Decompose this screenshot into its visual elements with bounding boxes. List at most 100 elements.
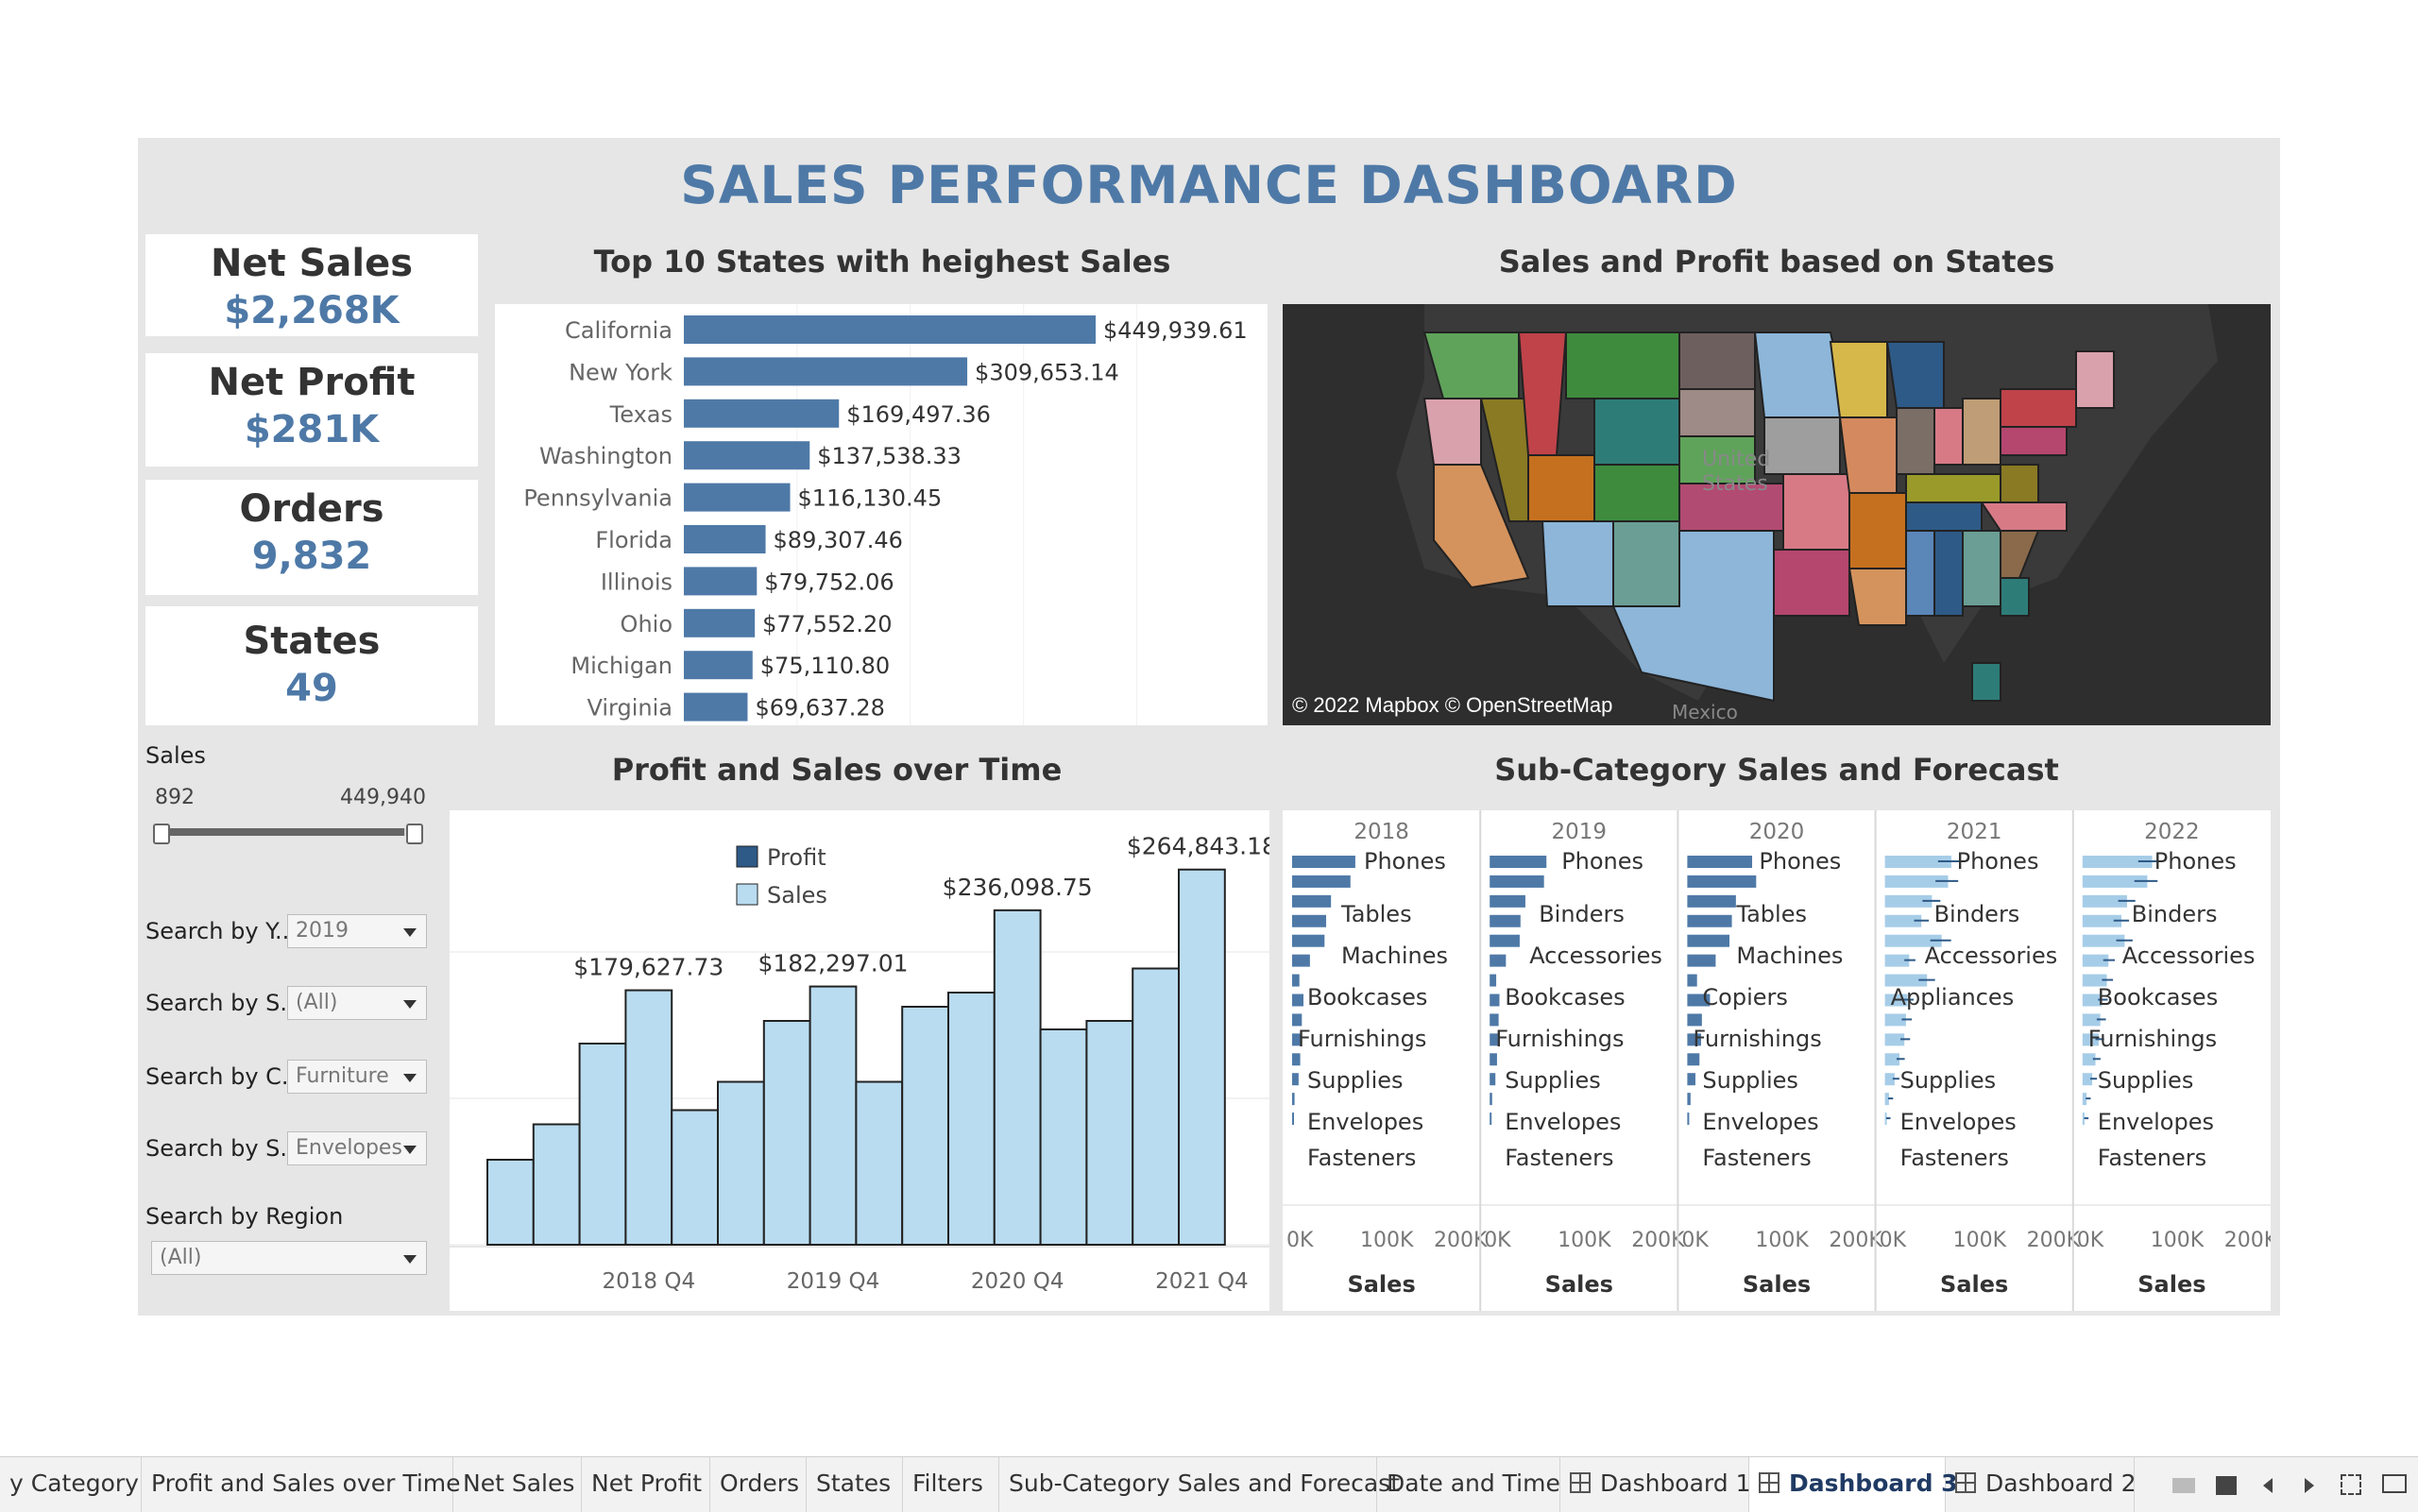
sales-range-min-handle[interactable] — [153, 824, 170, 844]
kpi-net-sales[interactable]: Net Sales $2,268K — [145, 234, 478, 336]
sales-bar[interactable] — [1490, 1073, 1496, 1086]
state-bar[interactable] — [684, 525, 766, 553]
sales-bar[interactable] — [1292, 1093, 1295, 1106]
sales-bar[interactable] — [624, 989, 673, 1246]
sales-bar[interactable] — [1292, 1053, 1301, 1066]
sales-bar[interactable] — [1490, 894, 1525, 908]
tab-by-category[interactable]: y Category — [0, 1457, 142, 1512]
sales-bar[interactable] — [1292, 914, 1327, 927]
subcategory-filter-dropdown[interactable]: Envelopes — [287, 1131, 427, 1165]
sales-bar[interactable] — [1490, 856, 1547, 868]
sales-bar[interactable] — [1490, 974, 1497, 987]
next-sheet-icon[interactable] — [2305, 1478, 2314, 1493]
kpi-states[interactable]: States 49 — [145, 606, 478, 725]
state-bar[interactable] — [684, 651, 753, 680]
sales-bar[interactable] — [809, 985, 858, 1247]
kpi-orders[interactable]: Orders 9,832 — [145, 480, 478, 595]
tab-subcategory-forecast[interactable]: Sub-Category Sales and Forecast — [999, 1457, 1400, 1512]
sales-bar[interactable] — [762, 1020, 811, 1246]
presentation-mode-icon[interactable] — [2382, 1474, 2407, 1493]
subcategory-chart[interactable]: 2018 Phones Tables Machines Bookcases Furnish… — [1283, 810, 2271, 1311]
tab-date-time[interactable]: Date and Time — [1377, 1457, 1560, 1512]
states-map[interactable]: United States Mexico © 2022 Mapbox © Ope… — [1283, 304, 2271, 725]
tab-dashboard-1[interactable]: Dashboard 1 — [1560, 1457, 1751, 1512]
sales-bar[interactable] — [1292, 875, 1351, 888]
category-filter-dropdown[interactable]: Furniture — [287, 1060, 427, 1094]
state-bar[interactable] — [684, 357, 968, 386]
sales-bar[interactable] — [1490, 1113, 1492, 1126]
tab-label: Filters — [912, 1470, 983, 1497]
sales-bar[interactable] — [1292, 856, 1355, 868]
sales-bar[interactable] — [717, 1080, 765, 1246]
sales-bar[interactable] — [1687, 914, 1732, 927]
sales-bar[interactable] — [1687, 974, 1697, 987]
sales-bar[interactable] — [1687, 954, 1716, 967]
state-bar[interactable] — [684, 399, 840, 428]
state-bar[interactable] — [684, 483, 791, 512]
sales-bar[interactable] — [1687, 1113, 1690, 1126]
tab-net-sales[interactable]: Net Sales — [453, 1457, 582, 1512]
sales-bar[interactable] — [947, 992, 996, 1246]
tab-filters[interactable]: Filters — [903, 1457, 999, 1512]
profit-sales-chart[interactable]: $179,627.73 $182,297.01 $236,098.75 $264,84… — [450, 810, 1269, 1311]
previous-sheet-icon[interactable] — [2263, 1478, 2273, 1493]
tab-view-icon[interactable] — [2216, 1476, 2237, 1495]
tab-profit-sales-time[interactable]: Profit and Sales over Time — [142, 1457, 461, 1512]
sales-bar[interactable] — [1490, 875, 1544, 888]
sales-bar[interactable] — [578, 1043, 627, 1246]
sales-bar[interactable] — [1687, 1093, 1691, 1106]
sales-bar[interactable] — [1687, 934, 1730, 947]
sales-range-max-handle[interactable] — [406, 824, 423, 844]
sales-bar[interactable] — [1292, 994, 1304, 1007]
sales-bar[interactable] — [1490, 914, 1521, 927]
sales-bar[interactable] — [1292, 974, 1300, 987]
tab-net-profit[interactable]: Net Profit — [582, 1457, 710, 1512]
sales-bar[interactable] — [486, 1159, 535, 1246]
sales-bar[interactable] — [1687, 1053, 1700, 1066]
sales-bar[interactable] — [1687, 856, 1753, 868]
filmstrip-view-icon[interactable] — [2172, 1478, 2195, 1493]
sales-bar[interactable] — [1292, 894, 1332, 908]
sales-bar[interactable] — [1292, 1113, 1294, 1126]
sales-bar[interactable] — [1039, 1028, 1088, 1246]
tab-dashboard-3[interactable]: Dashboard 3 — [1749, 1457, 1958, 1512]
state-bar[interactable] — [684, 608, 756, 637]
sales-bar[interactable] — [1132, 967, 1181, 1246]
sales-bar[interactable] — [1490, 954, 1507, 967]
sales-bar[interactable] — [1292, 1013, 1303, 1027]
kpi-net-profit[interactable]: Net Profit $281K — [145, 353, 478, 467]
state-bar[interactable] — [684, 315, 1096, 344]
sales-bar[interactable] — [1687, 875, 1757, 888]
region-filter-dropdown[interactable]: (All) — [151, 1241, 427, 1275]
state-filter-dropdown[interactable]: (All) — [287, 986, 427, 1020]
sales-bar[interactable] — [1687, 1073, 1695, 1086]
state-bar[interactable] — [684, 692, 748, 722]
sales-bar[interactable] — [1490, 1013, 1499, 1027]
sales-bar[interactable] — [1292, 934, 1325, 947]
sales-bar[interactable] — [1085, 1020, 1134, 1246]
sales-bar[interactable] — [532, 1123, 581, 1246]
sales-bar[interactable] — [855, 1080, 904, 1246]
sales-bar[interactable] — [1490, 934, 1520, 947]
state-bar[interactable] — [684, 567, 758, 596]
fit-screen-icon[interactable] — [2341, 1474, 2361, 1495]
state-bar[interactable] — [684, 441, 810, 470]
sales-bar[interactable] — [993, 909, 1042, 1247]
sales-bar[interactable] — [1178, 868, 1226, 1246]
sales-bar[interactable] — [1292, 1073, 1299, 1086]
sales-bar[interactable] — [1490, 1093, 1492, 1106]
sales-bar[interactable] — [671, 1109, 719, 1246]
sales-bar[interactable] — [1687, 1013, 1702, 1027]
tab-states[interactable]: States — [807, 1457, 903, 1512]
sales-range-track[interactable] — [157, 828, 412, 836]
top-states-chart[interactable]: California $449,939.61 New York $309,653.14… — [495, 304, 1268, 725]
sales-bar[interactable] — [1687, 894, 1736, 908]
sales-bar[interactable] — [1292, 954, 1310, 967]
sales-bar[interactable] — [1490, 1053, 1497, 1066]
x-tick-label: 0K — [2077, 1229, 2104, 1252]
tab-orders[interactable]: Orders — [710, 1457, 807, 1512]
year-filter-dropdown[interactable]: 2019 — [287, 914, 427, 948]
tab-dashboard-2[interactable]: Dashboard 2 — [1946, 1457, 2137, 1512]
sales-bar[interactable] — [901, 1006, 950, 1246]
sales-bar[interactable] — [1490, 994, 1500, 1007]
